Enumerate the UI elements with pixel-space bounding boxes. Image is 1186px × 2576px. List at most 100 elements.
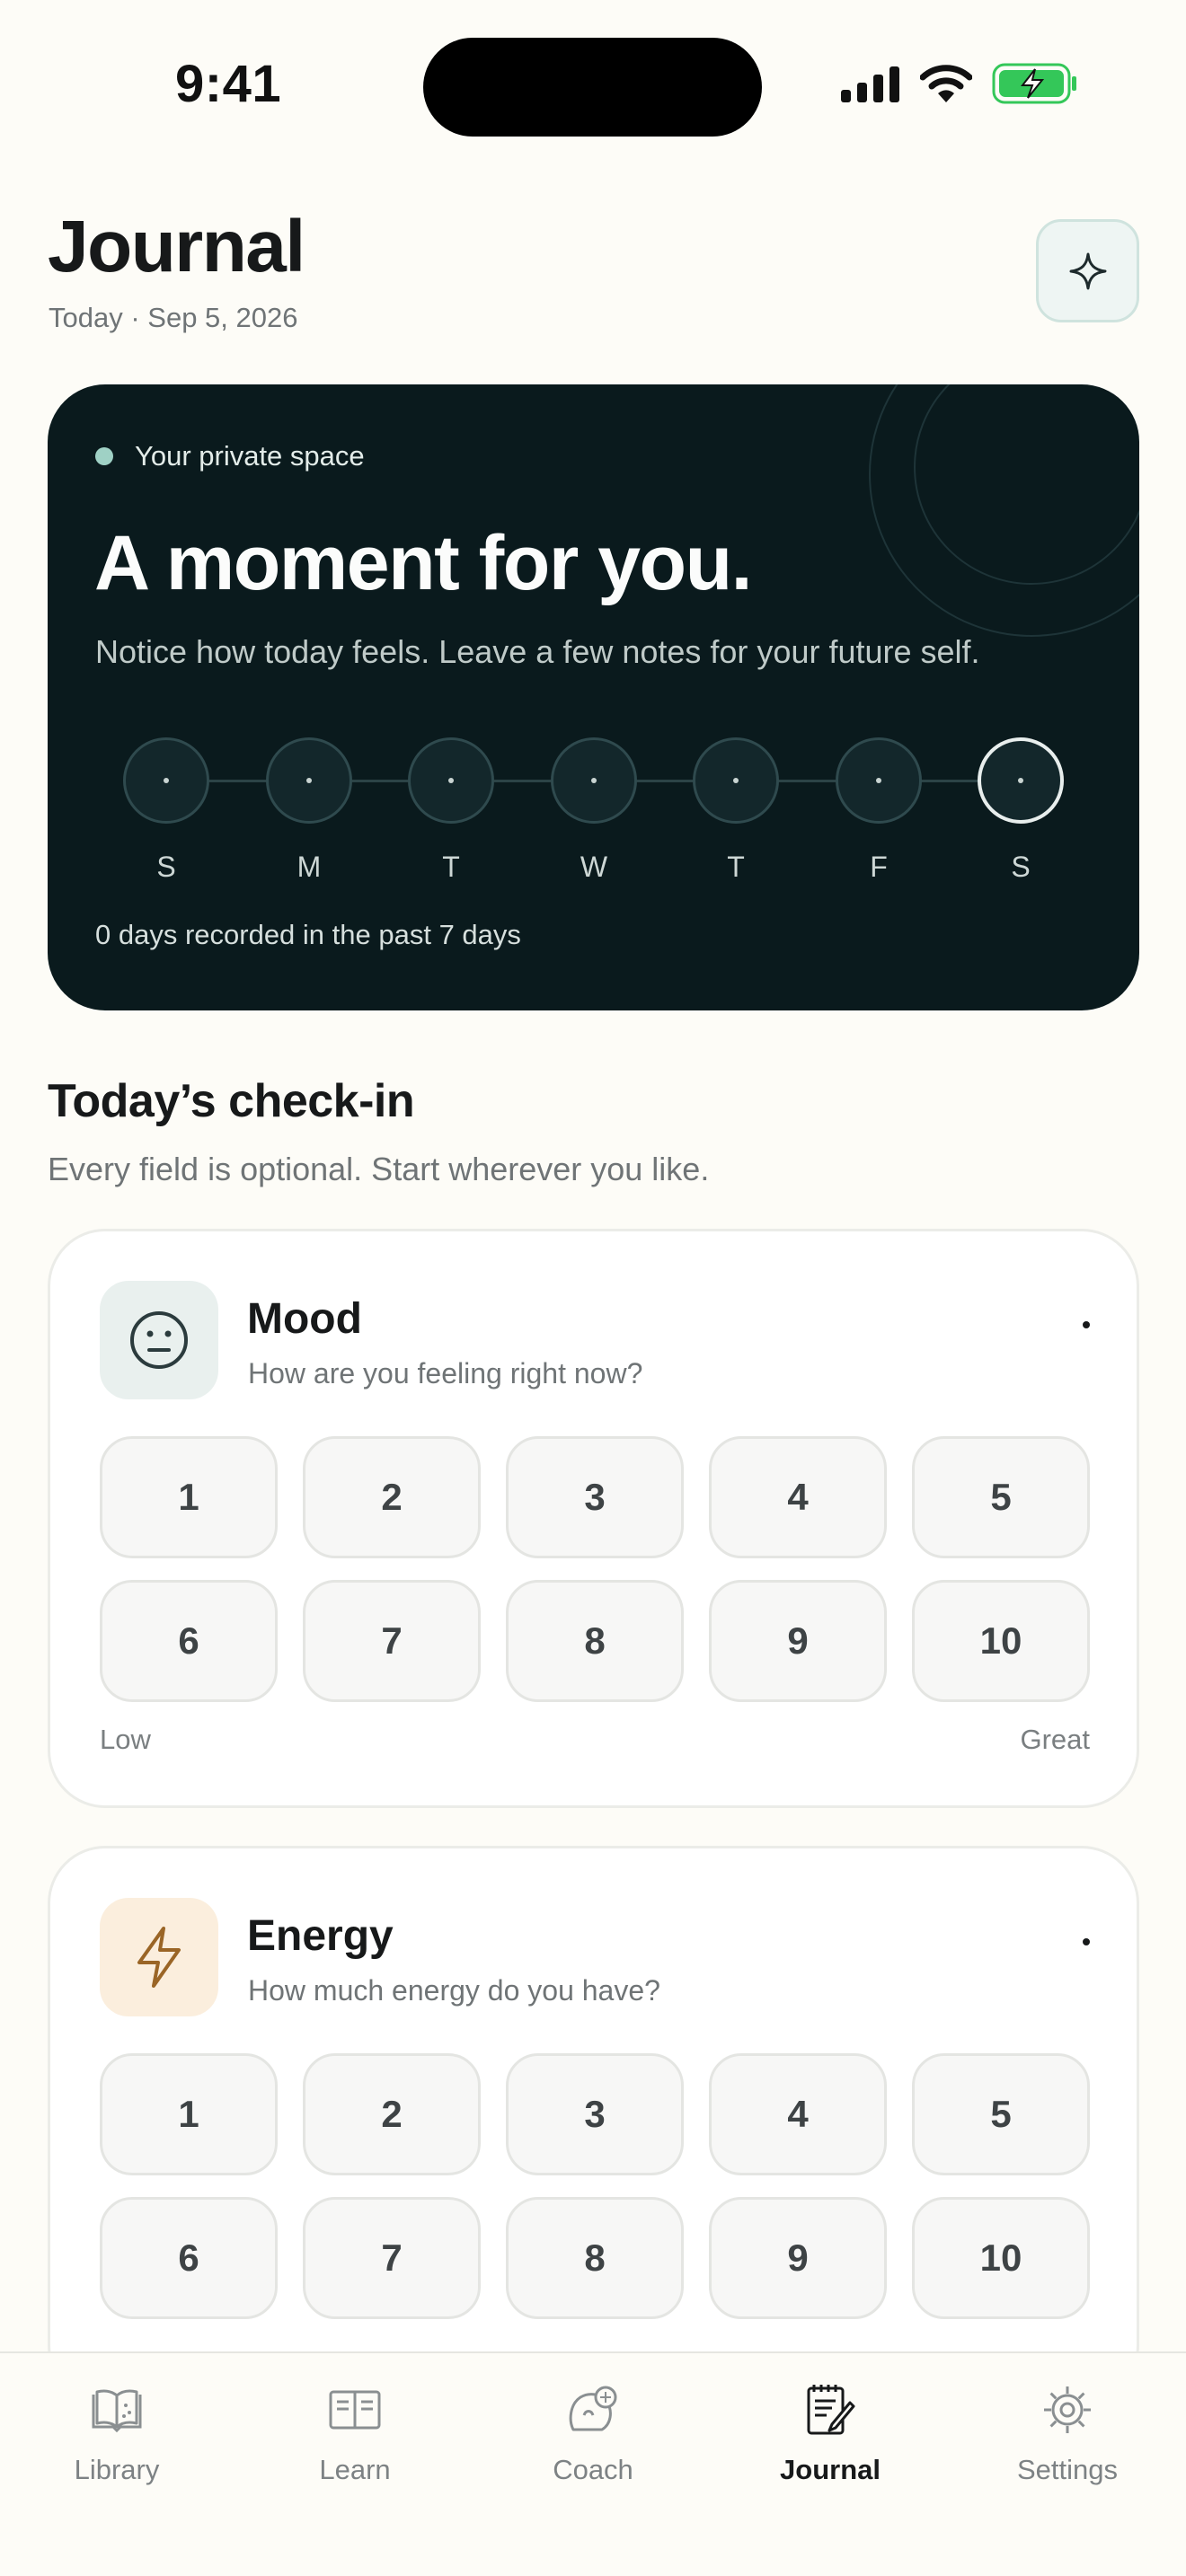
energy-option-2[interactable]: 2 bbox=[303, 2053, 481, 2175]
energy-option-1[interactable]: 1 bbox=[100, 2053, 278, 2175]
day-sunday[interactable]: S bbox=[123, 737, 209, 884]
battery-icon bbox=[992, 63, 1076, 104]
energy-option-9[interactable]: 9 bbox=[709, 2197, 887, 2319]
signal-icon bbox=[841, 66, 899, 102]
energy-option-3[interactable]: 3 bbox=[506, 2053, 684, 2175]
day-dot bbox=[164, 778, 169, 783]
mood-icon-tile bbox=[100, 1281, 218, 1399]
mood-high-label: Great bbox=[1020, 1724, 1090, 1755]
tab-label: Learn bbox=[319, 2454, 391, 2485]
status-dot bbox=[95, 447, 113, 465]
day-monday[interactable]: M bbox=[266, 737, 352, 884]
mood-option-3[interactable]: 3 bbox=[506, 1436, 684, 1558]
energy-option-7[interactable]: 7 bbox=[303, 2197, 481, 2319]
wifi-icon bbox=[920, 65, 972, 102]
energy-option-8[interactable]: 8 bbox=[506, 2197, 684, 2319]
mood-option-1[interactable]: 1 bbox=[100, 1436, 278, 1558]
mood-option-5[interactable]: 5 bbox=[912, 1436, 1090, 1558]
day-dot bbox=[306, 778, 312, 783]
ai-sparkle-button[interactable] bbox=[1036, 219, 1139, 322]
lightning-icon bbox=[137, 1927, 181, 1988]
mood-option-4[interactable]: 4 bbox=[709, 1436, 887, 1558]
private-badge-label: Your private space bbox=[135, 440, 365, 472]
mood-low-label: Low bbox=[100, 1724, 151, 1755]
mood-card: Mood How are you feeling right now? 1 2 … bbox=[48, 1229, 1139, 1808]
mood-subtitle: How are you feeling right now? bbox=[248, 1357, 643, 1389]
energy-option-4[interactable]: 4 bbox=[709, 2053, 887, 2175]
day-letter: S bbox=[156, 851, 176, 883]
page-title: Journal bbox=[48, 206, 305, 287]
tab-journal[interactable]: Journal bbox=[740, 2380, 920, 2486]
hero-card: Your private space A moment for you. Not… bbox=[48, 384, 1139, 1010]
hero-subtitle: Notice how today feels. Leave a few note… bbox=[95, 633, 980, 670]
recorded-days-summary: 0 days recorded in the past 7 days bbox=[95, 919, 521, 950]
day-dot bbox=[876, 778, 881, 783]
day-circle[interactable] bbox=[836, 737, 922, 824]
mood-option-9[interactable]: 9 bbox=[709, 1580, 887, 1702]
dynamic-island bbox=[423, 38, 762, 137]
tab-label: Library bbox=[74, 2454, 160, 2485]
day-circle[interactable] bbox=[266, 737, 352, 824]
tab-bar: Library Learn Coach Journal Settings bbox=[0, 2351, 1186, 2576]
tab-settings[interactable]: Settings bbox=[978, 2380, 1157, 2486]
day-saturday-today[interactable]: S bbox=[978, 737, 1064, 884]
energy-icon-tile bbox=[100, 1898, 218, 2016]
energy-option-10[interactable]: 10 bbox=[912, 2197, 1090, 2319]
day-dot bbox=[733, 778, 739, 783]
status-icons bbox=[841, 63, 1078, 104]
sparkle-icon bbox=[1069, 252, 1106, 289]
energy-scale: 1 2 3 4 5 6 7 8 9 10 bbox=[100, 2053, 1090, 2319]
day-letter: W bbox=[580, 851, 608, 883]
day-circle[interactable] bbox=[693, 737, 779, 824]
coach-icon bbox=[563, 2380, 623, 2439]
energy-option-6[interactable]: 6 bbox=[100, 2197, 278, 2319]
day-friday[interactable]: F bbox=[836, 737, 922, 884]
day-dot bbox=[448, 778, 454, 783]
tab-label: Journal bbox=[780, 2454, 881, 2485]
mood-value-indicator bbox=[1083, 1321, 1090, 1328]
gear-icon bbox=[1038, 2380, 1097, 2439]
day-letter: M bbox=[296, 851, 322, 883]
day-circle-today[interactable] bbox=[978, 737, 1064, 824]
tab-label: Coach bbox=[553, 2454, 633, 2485]
day-letter: T bbox=[727, 851, 745, 883]
tab-coach[interactable]: Coach bbox=[503, 2380, 683, 2486]
day-dot bbox=[1018, 778, 1023, 783]
day-tuesday[interactable]: T bbox=[408, 737, 494, 884]
checkin-subtitle: Every field is optional. Start wherever … bbox=[48, 1151, 710, 1187]
neutral-face-icon bbox=[130, 1311, 188, 1369]
mood-option-7[interactable]: 7 bbox=[303, 1580, 481, 1702]
private-badge: Your private space bbox=[95, 440, 365, 472]
tab-library[interactable]: Library bbox=[27, 2380, 207, 2486]
checkin-title: Today’s check-in bbox=[48, 1075, 415, 1127]
journal-icon bbox=[801, 2380, 860, 2439]
day-dot bbox=[591, 778, 597, 783]
mood-option-8[interactable]: 8 bbox=[506, 1580, 684, 1702]
mood-option-10[interactable]: 10 bbox=[912, 1580, 1090, 1702]
day-circle[interactable] bbox=[551, 737, 637, 824]
tab-label: Settings bbox=[1016, 2454, 1118, 2485]
mood-option-2[interactable]: 2 bbox=[303, 1436, 481, 1558]
book-icon bbox=[87, 2380, 146, 2439]
day-letter: T bbox=[442, 851, 460, 883]
energy-card: Energy How much energy do you have? 1 2 … bbox=[48, 1846, 1139, 2403]
day-wednesday[interactable]: W bbox=[551, 737, 637, 884]
mood-option-6[interactable]: 6 bbox=[100, 1580, 278, 1702]
mood-title: Mood bbox=[247, 1295, 362, 1343]
status-bar: 9:41 bbox=[0, 0, 1186, 171]
energy-value-indicator bbox=[1083, 1938, 1090, 1945]
energy-option-5[interactable]: 5 bbox=[912, 2053, 1090, 2175]
energy-title: Energy bbox=[247, 1912, 394, 1960]
open-book-icon bbox=[325, 2380, 385, 2439]
mood-scale: 1 2 3 4 5 6 7 8 9 10 bbox=[100, 1436, 1090, 1702]
status-time: 9:41 bbox=[175, 55, 282, 113]
day-letter: S bbox=[1011, 851, 1031, 883]
energy-subtitle: How much energy do you have? bbox=[248, 1974, 660, 2007]
day-letter: F bbox=[870, 851, 888, 883]
day-circle[interactable] bbox=[123, 737, 209, 824]
page-date: Today · Sep 5, 2026 bbox=[49, 302, 298, 333]
day-circle[interactable] bbox=[408, 737, 494, 824]
hero-title: A moment for you. bbox=[94, 520, 753, 606]
day-thursday[interactable]: T bbox=[693, 737, 779, 884]
tab-learn[interactable]: Learn bbox=[265, 2380, 445, 2486]
